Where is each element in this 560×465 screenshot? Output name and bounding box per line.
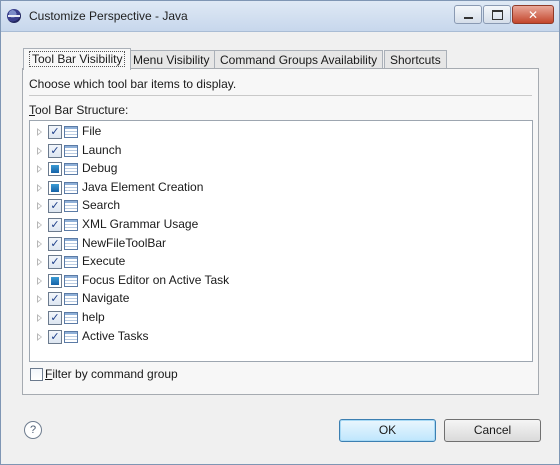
toolbar-icon (64, 274, 78, 287)
tree-item-checkbox[interactable] (48, 273, 62, 288)
tab-menu-visibility[interactable]: Menu Visibility (127, 50, 216, 69)
window-controls: ✕ (453, 5, 554, 24)
tree-item-checkbox[interactable]: ✓ (48, 311, 62, 325)
tree-item-checkbox[interactable]: ✓ (48, 329, 62, 344)
expand-arrow-icon[interactable] (37, 221, 42, 229)
tree-item-label: XML Grammar Usage (82, 217, 199, 231)
toolbar-icon (64, 330, 78, 343)
tree-item-label: Focus Editor on Active Task (82, 272, 230, 287)
ok-button[interactable]: OK (339, 419, 436, 442)
tree-item-checkbox[interactable]: ✓ (48, 143, 62, 158)
tree-item-checkbox[interactable]: ✓ (48, 292, 62, 307)
expand-arrow-icon[interactable] (37, 258, 42, 267)
expand-arrow-icon[interactable] (37, 276, 42, 285)
tree-item-checkbox[interactable]: ✓ (48, 199, 62, 214)
tab-shortcuts[interactable]: Shortcuts (384, 50, 447, 69)
tab-tool-bar-visibility[interactable]: Tool Bar Visibility (23, 48, 132, 70)
toolbar-icon (64, 312, 78, 324)
minimize-button[interactable] (454, 5, 482, 24)
cancel-button[interactable]: Cancel (444, 419, 541, 442)
expand-arrow-icon[interactable] (37, 202, 42, 211)
tool-bar-structure-label: Tool Bar Structure: (29, 103, 128, 117)
toolbar-icon (64, 144, 78, 157)
close-button[interactable]: ✕ (512, 5, 554, 24)
tree-item-checkbox[interactable]: ✓ (48, 255, 62, 270)
help-icon[interactable]: ? (24, 421, 42, 439)
toolbar-icon (64, 181, 78, 194)
tree-item-label: Debug (82, 161, 118, 176)
expand-arrow-icon[interactable] (37, 295, 42, 304)
tab-command-groups-availability[interactable]: Command Groups Availability (214, 50, 384, 69)
expand-arrow-icon[interactable] (37, 314, 42, 322)
expand-arrow-icon[interactable] (37, 332, 42, 341)
filter-label: Filter by command group (45, 367, 178, 381)
tab-label: Shortcuts (390, 53, 441, 67)
tree-item-checkbox[interactable] (48, 180, 62, 195)
customize-perspective-dialog: Customize Perspective - Java ✕ Tool Bar … (0, 0, 560, 465)
maximize-button[interactable] (483, 5, 511, 24)
tree-item-label: Search (82, 198, 121, 213)
tree-item-label: Launch (82, 142, 122, 157)
expand-arrow-icon[interactable] (37, 146, 42, 155)
toolbar-icon (64, 200, 78, 213)
tab-label: Tool Bar Visibility (29, 51, 126, 67)
maximize-icon (491, 9, 503, 20)
tree-item-label: Active Tasks (82, 328, 149, 343)
title-bar[interactable]: Customize Perspective - Java ✕ (1, 1, 559, 32)
label-text: ool Bar Structure: (35, 103, 129, 117)
close-icon: ✕ (527, 7, 539, 22)
toolbar-icon (64, 163, 78, 176)
separator (29, 95, 532, 96)
toolbar-icon (64, 293, 78, 306)
tree-item-label: File (82, 124, 102, 138)
tool-bar-visibility-panel: Choose which tool bar items to display. … (22, 68, 539, 395)
tree-item-label: Navigate (82, 291, 130, 306)
tab-label: Command Groups Availability (220, 53, 378, 67)
tree-item-label: help (82, 310, 105, 324)
toolbar-icon (64, 256, 78, 269)
expand-arrow-icon[interactable] (37, 165, 42, 174)
minimize-icon (463, 16, 473, 19)
panel-description: Choose which tool bar items to display. (29, 77, 237, 91)
label-text: ilter by command group (52, 367, 178, 381)
eclipse-icon (7, 9, 21, 23)
tree-item-label: NewFileToolBar (82, 235, 167, 250)
expand-arrow-icon[interactable] (37, 128, 42, 136)
expand-arrow-icon[interactable] (37, 183, 42, 192)
tree-item-label: Execute (82, 254, 126, 269)
tree-item-checkbox[interactable]: ✓ (48, 236, 62, 251)
tab-label: Menu Visibility (133, 53, 210, 67)
tree-item-checkbox[interactable]: ✓ (48, 218, 62, 232)
toolbar-icon (64, 126, 78, 138)
window-title: Customize Perspective - Java (29, 9, 188, 23)
tree-item-checkbox[interactable] (48, 162, 62, 177)
tree-item-label: Java Element Creation (82, 179, 204, 194)
tree-item-checkbox[interactable]: ✓ (48, 125, 62, 139)
toolbar-icon (64, 237, 78, 250)
expand-arrow-icon[interactable] (37, 239, 42, 248)
filter-checkbox[interactable] (30, 368, 43, 381)
tool-bar-structure-tree[interactable]: ✓ File ✓ Launch Debug Java Element Creation ✓ S… (29, 120, 533, 362)
toolbar-icon (64, 219, 78, 231)
